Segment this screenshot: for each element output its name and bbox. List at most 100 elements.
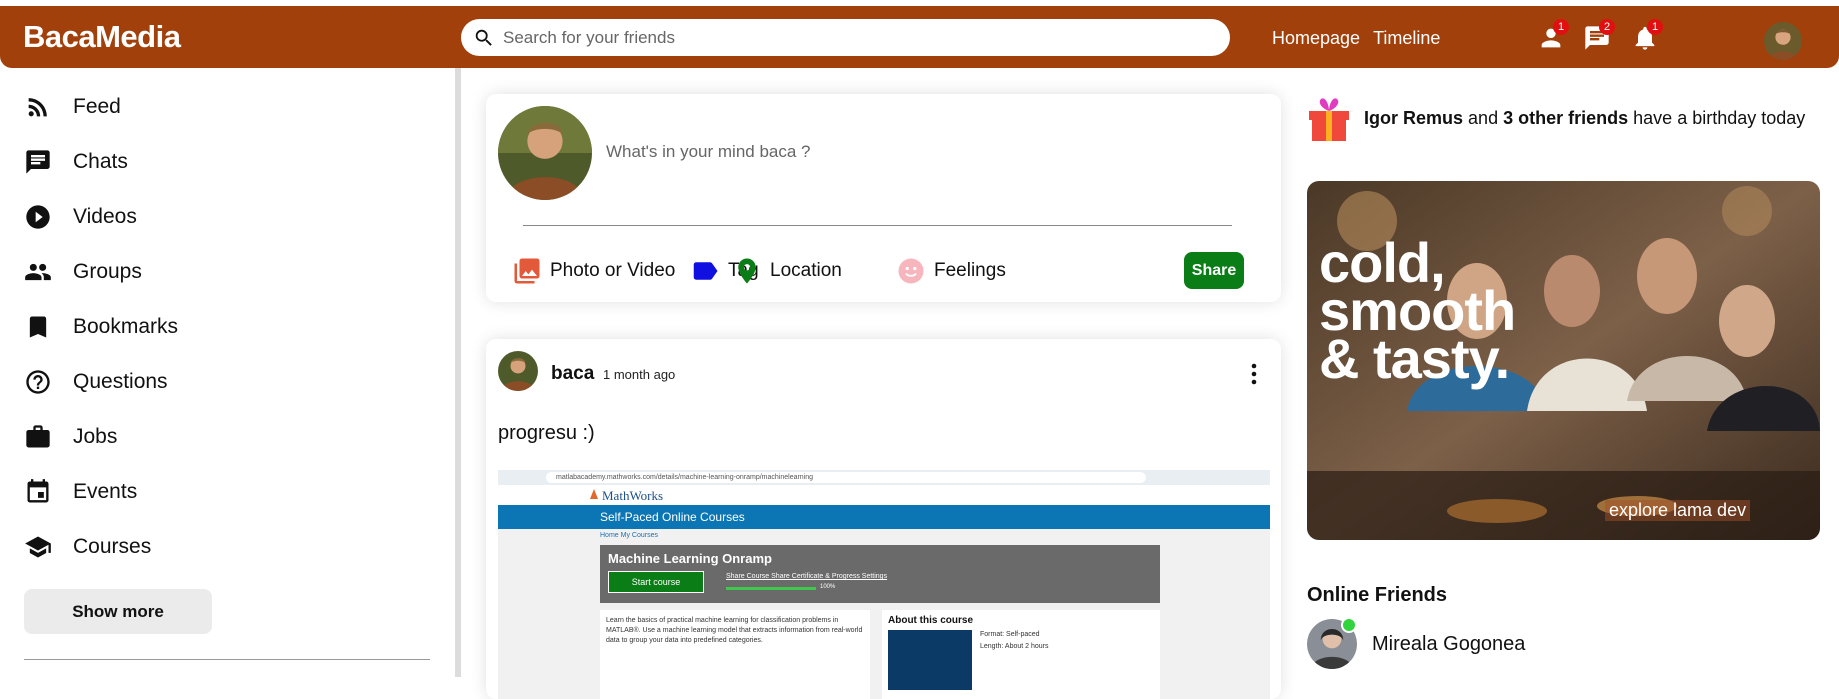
briefcase-icon <box>26 425 50 448</box>
notification-badge: 1 <box>1647 19 1663 35</box>
post-image[interactable]: matlabacademy.mathworks.com/details/mach… <box>498 470 1270 699</box>
sidebar-item-label: Videos <box>73 205 137 228</box>
post-time: 1 month ago <box>603 367 676 382</box>
label-icon <box>693 262 718 280</box>
location-pin-icon <box>738 258 756 284</box>
about-box: About this course Format: Self-paced Len… <box>882 610 1160 699</box>
about-title: About this course <box>888 615 974 626</box>
timeline-link[interactable]: Timeline <box>1373 28 1440 49</box>
search-input[interactable] <box>503 27 1203 48</box>
photo-library-icon <box>514 258 540 284</box>
sidebar-item-bookmarks[interactable]: Bookmarks <box>24 312 178 342</box>
notifications-button[interactable]: 1 <box>1631 19 1663 52</box>
url-field: matlabacademy.mathworks.com/details/mach… <box>546 472 1146 483</box>
photo-video-label: Photo or Video <box>550 260 676 281</box>
course-progress-bar <box>726 587 816 590</box>
post-text: progresu :) <box>498 422 595 444</box>
sidebar-item-label: Jobs <box>73 425 118 448</box>
group-icon <box>25 263 51 281</box>
homepage-link[interactable]: Homepage <box>1272 28 1360 49</box>
bookmark-icon <box>29 316 47 338</box>
location-label: Location <box>770 260 842 281</box>
course-banner: Self-Paced Online Courses <box>498 505 1270 529</box>
sidebar-item-questions[interactable]: Questions <box>24 367 168 397</box>
calendar-icon <box>27 479 49 503</box>
start-course-button[interactable]: Start course <box>608 571 704 593</box>
post-card: baca 1 month ago progresu :) matlabacade… <box>486 339 1281 699</box>
ad-line: & tasty. <box>1319 327 1510 390</box>
course-links[interactable]: Share Course Share Certificate & Progres… <box>726 573 887 580</box>
birthday-notice: Igor Remus and 3 other friends have a bi… <box>1306 93 1805 143</box>
friend-requests-button[interactable]: 1 <box>1537 19 1569 52</box>
share-input[interactable] <box>606 142 1206 162</box>
membrane-logo-icon <box>590 489 598 499</box>
share-button[interactable]: Share <box>1184 252 1244 289</box>
sidebar-item-groups[interactable]: Groups <box>24 257 142 287</box>
sidebar-item-label: Questions <box>73 370 168 393</box>
show-more-button[interactable]: Show more <box>24 589 212 634</box>
birthday-suffix: have a birthday today <box>1633 107 1806 128</box>
sidebar: Feed Chats Videos Groups Bookmarks Quest… <box>0 68 455 677</box>
sidebar-item-videos[interactable]: Videos <box>24 202 137 232</box>
mathworks-logo: MathWorks <box>602 488 664 503</box>
sidebar-item-label: Feed <box>73 95 121 118</box>
sidebar-item-courses[interactable]: Courses <box>24 532 151 562</box>
course-header: Machine Learning Onramp Start course Sha… <box>600 545 1160 603</box>
birthday-name[interactable]: Igor Remus <box>1364 108 1463 128</box>
more-vert-icon[interactable] <box>1244 361 1264 387</box>
ad-banner[interactable]: cold, smooth & tasty. explore lama dev <box>1307 181 1820 540</box>
school-icon <box>25 536 51 558</box>
online-friends-title: Online Friends <box>1307 584 1448 606</box>
play-circle-icon <box>26 205 50 229</box>
avatar[interactable] <box>1764 22 1802 60</box>
help-circle-icon <box>26 370 50 394</box>
course-title: Machine Learning Onramp <box>608 551 772 566</box>
post-username[interactable]: baca <box>551 363 594 385</box>
smiley-icon <box>898 258 924 284</box>
browser-bar: matlabacademy.mathworks.com/details/mach… <box>498 470 1270 485</box>
online-friend-item[interactable]: Mireala Gogonea <box>1307 617 1526 669</box>
sidebar-item-chats[interactable]: Chats <box>24 147 128 177</box>
photo-video-option[interactable]: Photo or Video <box>512 256 675 286</box>
share-card: Photo or Video Tag Location Feelings Sha… <box>486 94 1281 302</box>
ad-footer: explore lama dev <box>1605 500 1751 521</box>
course-video-thumbnail[interactable] <box>888 630 972 690</box>
birthday-others[interactable]: 3 other friends <box>1503 108 1628 128</box>
sidebar-item-label: Chats <box>73 150 128 173</box>
chat-icon <box>26 150 50 174</box>
sidebar-item-events[interactable]: Events <box>24 477 137 507</box>
location-option[interactable]: Location <box>732 256 842 286</box>
sidebar-item-label: Courses <box>73 535 152 558</box>
sidebar-item-label: Groups <box>73 260 142 283</box>
avatar[interactable] <box>498 351 538 391</box>
sidebar-scrollbar[interactable] <box>455 68 461 677</box>
about-length: Length: About 2 hours <box>980 643 1049 650</box>
mathworks-header: MathWorks <box>498 485 1270 505</box>
logo[interactable]: BacaMedia <box>23 19 181 55</box>
birthday-text: Igor Remus and 3 other friends have a bi… <box>1364 108 1805 129</box>
topbar: BacaMedia Homepage Timeline 1 2 1 <box>0 6 1839 68</box>
notification-badge: 1 <box>1553 19 1569 35</box>
sidebar-item-feed[interactable]: Feed <box>24 92 121 122</box>
sidebar-item-label: Events <box>73 480 138 503</box>
about-format: Format: Self-paced <box>980 631 1040 638</box>
feelings-option[interactable]: Feelings <box>896 256 1006 286</box>
crumbs: Home My Courses <box>600 532 658 539</box>
sidebar-divider <box>24 659 430 660</box>
avatar[interactable] <box>498 106 592 200</box>
banner-title: Self-Paced Online Courses <box>600 510 745 524</box>
rss-feed-icon <box>28 98 47 117</box>
top-links: Homepage Timeline <box>1272 28 1440 49</box>
sidebar-item-label: Bookmarks <box>73 315 179 338</box>
messages-button[interactable]: 2 <box>1583 19 1615 52</box>
search-bar[interactable] <box>461 19 1230 56</box>
sidebar-item-jobs[interactable]: Jobs <box>24 422 117 452</box>
avatar[interactable] <box>1307 617 1357 669</box>
ad-headline: cold, smooth & tasty. <box>1319 235 1516 390</box>
online-status-indicator <box>1341 617 1357 633</box>
feelings-label: Feelings <box>934 260 1006 281</box>
course-description: Learn the basics of practical machine le… <box>600 610 870 699</box>
friend-name: Mireala Gogonea <box>1372 632 1526 655</box>
search-icon <box>475 29 492 46</box>
progress-text: 100% <box>820 584 836 590</box>
